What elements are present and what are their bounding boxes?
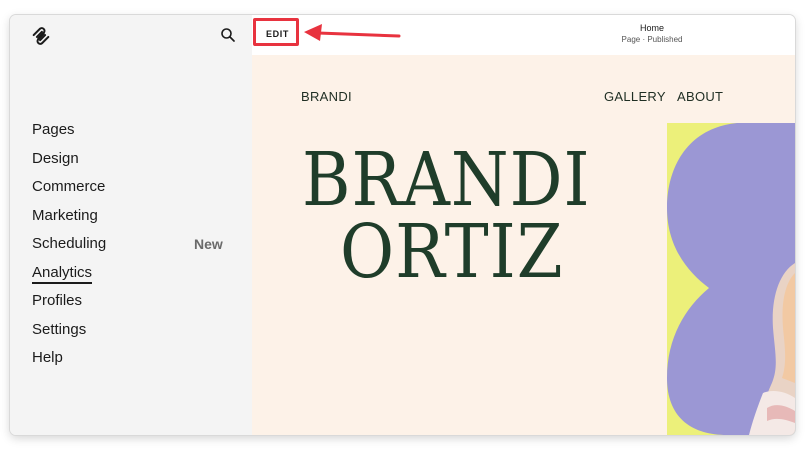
edit-button[interactable]: EDIT xyxy=(261,24,294,44)
sidebar-item-label: Design xyxy=(32,149,79,167)
sidebar-item-profiles[interactable]: Profiles xyxy=(32,287,232,316)
site-nav-gallery[interactable]: GALLERY xyxy=(604,89,666,104)
sidebar-item-help[interactable]: Help xyxy=(32,344,232,373)
sidebar-nav: Pages Design Commerce Marketing Scheduli… xyxy=(32,116,232,373)
sidebar-item-marketing[interactable]: Marketing xyxy=(32,202,232,231)
sidebar-item-scheduling[interactable]: Scheduling New xyxy=(32,230,232,259)
sidebar-item-label: Profiles xyxy=(32,292,83,309)
sidebar: Pages Design Commerce Marketing Scheduli… xyxy=(10,15,252,435)
page-title: Home xyxy=(639,23,664,33)
sidebar-item-settings[interactable]: Settings xyxy=(32,316,232,345)
annotation-arrow-icon xyxy=(304,24,401,41)
sidebar-item-label: Settings xyxy=(32,320,87,338)
sidebar-item-label: Analytics xyxy=(32,263,93,284)
app-window: Pages Design Commerce Marketing Scheduli… xyxy=(10,15,795,435)
sidebar-item-label: Marketing xyxy=(32,206,98,224)
page-status: Page · Published xyxy=(621,35,683,44)
sidebar-item-label: Pages xyxy=(32,121,75,138)
sidebar-item-design[interactable]: Design xyxy=(32,145,232,174)
sidebar-item-label: Commerce xyxy=(32,178,106,195)
sidebar-item-analytics[interactable]: Analytics xyxy=(32,259,232,288)
site-brand-link[interactable]: BRANDI xyxy=(301,89,352,104)
hero-title-line-2: ORTIZ xyxy=(340,208,564,295)
editor-topbar: EDIT Home Page · Published xyxy=(252,15,795,55)
new-badge: New xyxy=(194,236,223,252)
site-preview: BRANDI GALLERY ABOUT BRANDI ORTIZ xyxy=(252,55,795,435)
hero-portrait-image xyxy=(667,123,795,435)
squarespace-logo-icon[interactable] xyxy=(30,25,52,47)
search-icon[interactable] xyxy=(220,27,236,43)
sidebar-item-commerce[interactable]: Commerce xyxy=(32,173,232,202)
sidebar-item-pages[interactable]: Pages xyxy=(32,116,232,145)
sidebar-item-label: Scheduling xyxy=(32,235,107,252)
sidebar-item-label: Help xyxy=(32,349,63,366)
site-nav-about[interactable]: ABOUT xyxy=(677,89,723,104)
